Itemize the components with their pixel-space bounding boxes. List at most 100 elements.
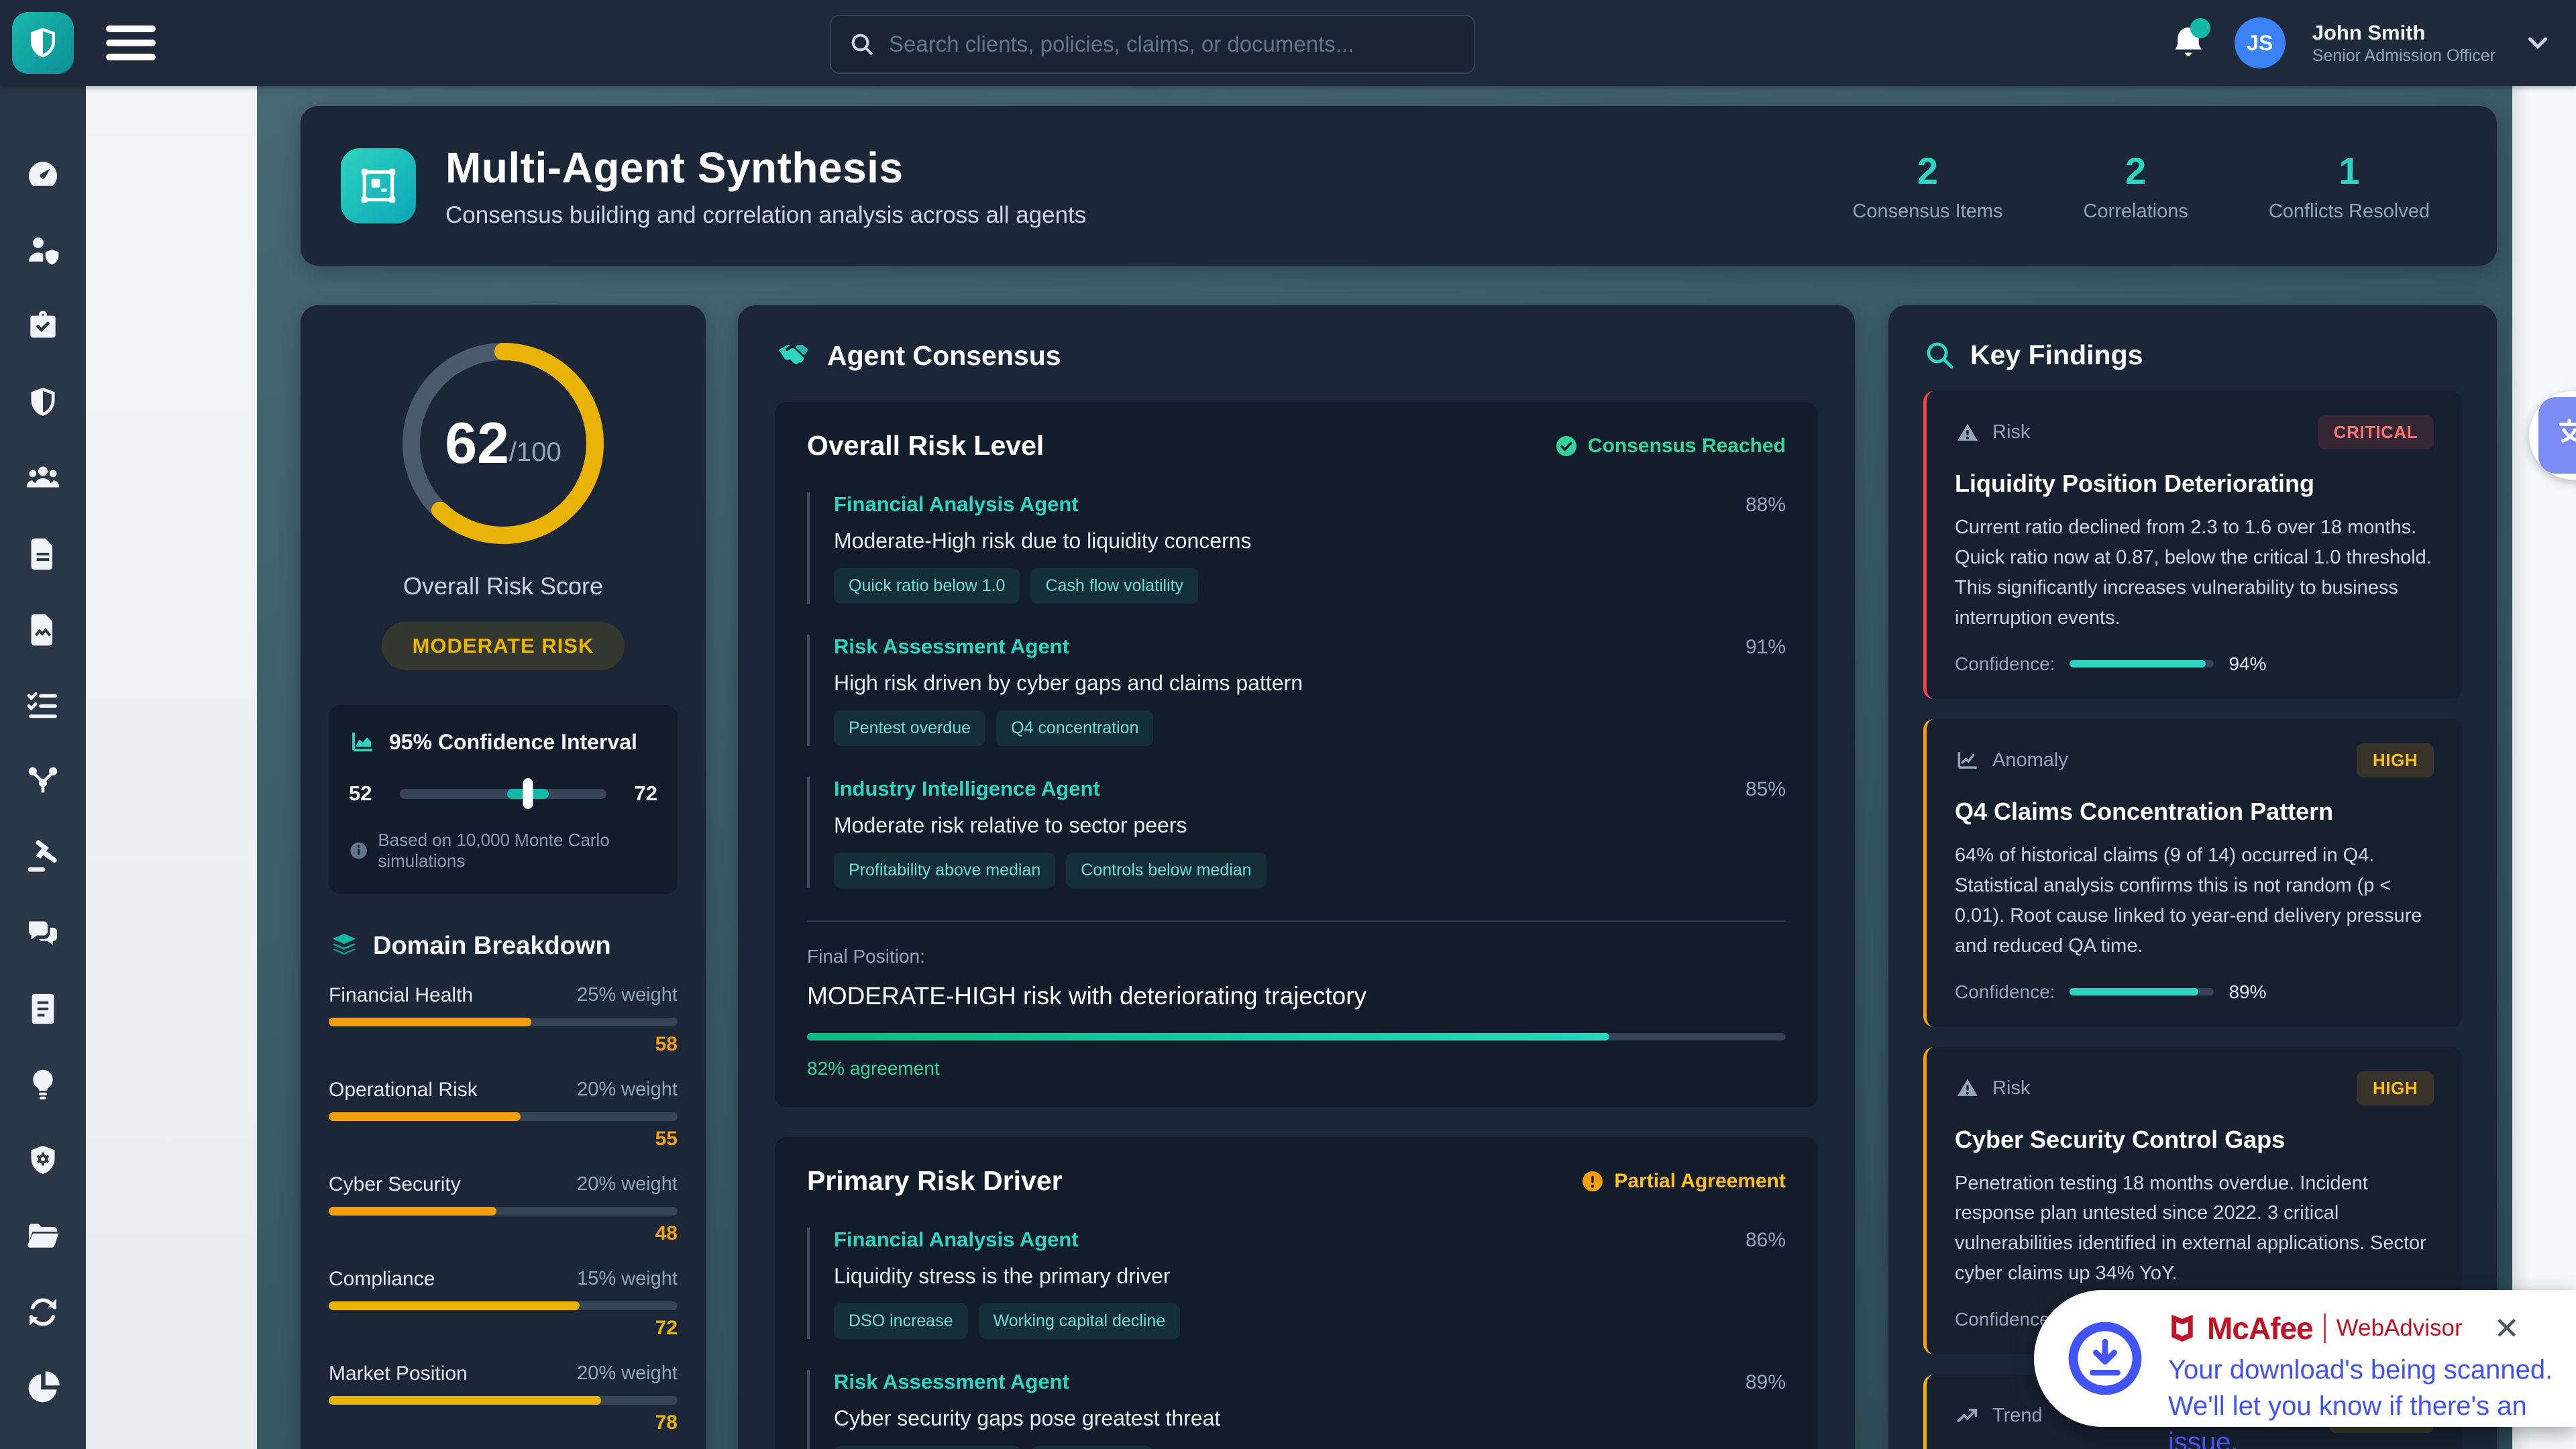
confidence-pct: 94%	[2229, 653, 2266, 675]
agent-confidence-pct: 89%	[1746, 1371, 1786, 1394]
client-shield-icon	[24, 232, 62, 270]
pie-chart-icon	[24, 1369, 62, 1407]
sidebar-item-network[interactable]	[0, 757, 86, 806]
sidebar-item-checklist[interactable]	[0, 681, 86, 731]
handshake-icon	[775, 339, 812, 372]
mcafee-webadvisor-popup: McAfee WebAdvisor Your download's being …	[2034, 1290, 2576, 1427]
confidence-bar-track	[2070, 988, 2214, 996]
user-info[interactable]: John Smith Senior Admission Officer	[2312, 20, 2496, 66]
consensus-status: Consensus Reached	[1554, 434, 1786, 458]
app-screen: JS John Smith Senior Admission Officer M…	[0, 0, 2576, 1449]
search-input[interactable]	[888, 31, 1456, 58]
finding-confidence: Confidence:89%	[1955, 981, 2434, 1003]
translate-button[interactable]	[2538, 397, 2576, 474]
sidebar-item-document[interactable]	[0, 529, 86, 579]
sidebar-item-sync[interactable]	[0, 1287, 86, 1337]
sidebar-item-note[interactable]	[0, 984, 86, 1034]
download-scan-icon	[2065, 1318, 2145, 1399]
domain-weight: 20% weight	[577, 1362, 678, 1385]
confidence-label: Confidence:	[1955, 653, 2055, 675]
menu-icon[interactable]	[106, 25, 156, 60]
page-background-left	[86, 86, 257, 1449]
domain-value: 72	[329, 1317, 678, 1340]
domain-value: 58	[329, 1033, 678, 1056]
sidebar-item-lightbulb[interactable]	[0, 1060, 86, 1110]
chevron-down-icon[interactable]	[2522, 28, 2553, 58]
evidence-tag: DSO increase	[834, 1303, 968, 1339]
trend-icon	[1955, 1403, 1980, 1429]
agent-opinion: Risk Assessment Agent89%Cyber security g…	[807, 1370, 1786, 1449]
domain-bar-track	[329, 1018, 678, 1026]
agreement-bar-fill	[807, 1033, 1609, 1040]
sidebar-item-pie-chart[interactable]	[0, 1363, 86, 1413]
sidebar-item-dashboard-gauge[interactable]	[0, 150, 86, 200]
finding-category: Anomaly	[1992, 749, 2068, 771]
finding-body-line: Penetration testing 18 months overdue. I…	[1955, 1169, 2434, 1289]
finding-body-line: 64% of historical claims (9 of 14) occur…	[1955, 841, 2434, 961]
header-stat: 2 Correlations	[2084, 149, 2188, 223]
ci-track	[400, 789, 606, 799]
check-circle-icon	[1554, 434, 1578, 458]
domain-value: 48	[329, 1222, 678, 1245]
consensus-status-label: Partial Agreement	[1614, 1170, 1786, 1193]
mcafee-shield-icon	[2168, 1313, 2196, 1344]
risk-score-label: Overall Risk Score	[329, 572, 678, 600]
sidebar-item-folder-open[interactable]	[0, 1212, 86, 1261]
key-findings-panel: Key Findings RiskCRITICALLiquidity Posit…	[1888, 305, 2497, 1449]
sidebar-item-briefcase-check[interactable]	[0, 302, 86, 352]
severity-badge: HIGH	[2357, 1071, 2434, 1106]
risk-score-panel: 62 /100 Overall Risk Score MODERATE RISK…	[301, 305, 706, 1449]
evidence-tag: Critical vulnerabilities	[834, 1446, 1021, 1449]
sidebar-item-client-shield[interactable]	[0, 226, 86, 276]
risk-score-max: /100	[509, 437, 561, 468]
page-background-right[interactable]	[2512, 86, 2576, 1449]
evidence-tag: Controls below median	[1066, 853, 1266, 888]
sidebar-item-security-settings[interactable]	[0, 1136, 86, 1185]
domain-value: 55	[329, 1128, 678, 1150]
agent-name: Industry Intelligence Agent	[834, 777, 1100, 801]
domain-row: Compliance15% weight72	[329, 1268, 678, 1340]
area-chart-icon	[349, 728, 377, 756]
agent-confidence-pct: 86%	[1746, 1229, 1786, 1252]
ci-min: 52	[349, 782, 384, 806]
agent-opinion: Financial Analysis Agent88%Moderate-High…	[807, 492, 1786, 604]
shield-icon	[24, 384, 62, 421]
consensus-card: Overall Risk LevelConsensus ReachedFinan…	[775, 402, 1818, 1108]
finding-body-line: Current ratio declined from 2.3 to 1.6 o…	[1955, 513, 2434, 633]
finding-body: 64% of historical claims (9 of 14) occur…	[1955, 841, 2434, 961]
stat-value: 1	[2269, 149, 2430, 193]
agent-confidence-pct: 85%	[1746, 778, 1786, 801]
sidebar-item-team[interactable]	[0, 453, 86, 503]
stat-label: Correlations	[2084, 201, 2188, 223]
agent-assessment: Moderate risk relative to sector peers	[834, 813, 1786, 838]
key-finding-card: RiskCRITICALLiquidity Position Deteriora…	[1923, 391, 2462, 699]
sidebar-item-people[interactable]	[0, 1439, 86, 1449]
sidebar-item-shield[interactable]	[0, 378, 86, 427]
note-icon	[24, 990, 62, 1028]
sidebar-item-claim-file[interactable]	[0, 605, 86, 655]
confidence-label: Confidence:	[1955, 981, 2055, 1003]
confidence-interval-box: 95% Confidence Interval 52 72 Based on 1…	[329, 705, 678, 894]
domain-row: Financial Health25% weight58	[329, 984, 678, 1056]
agent-name: Risk Assessment Agent	[834, 635, 1069, 659]
mcafee-brand: McAfee	[2207, 1310, 2313, 1346]
warning-icon	[1955, 420, 1980, 445]
stat-value: 2	[2084, 149, 2188, 193]
domain-weight: 20% weight	[577, 1079, 678, 1102]
notifications-button[interactable]	[2169, 22, 2208, 64]
search-icon	[849, 31, 875, 58]
sidebar-item-gavel[interactable]	[0, 833, 86, 882]
agreement-label: 82% agreement	[807, 1058, 1786, 1079]
agent-confidence-pct: 91%	[1746, 636, 1786, 659]
close-icon[interactable]: ✕	[2493, 1313, 2520, 1344]
app-logo[interactable]	[12, 12, 74, 74]
domain-name: Cyber Security	[329, 1173, 461, 1196]
agent-opinion: Industry Intelligence Agent 85% Moderate r…	[807, 777, 1786, 888]
evidence-tag: Working capital decline	[979, 1303, 1181, 1339]
webadvisor-label: WebAdvisor	[2337, 1315, 2463, 1342]
domain-name: Financial Health	[329, 984, 473, 1007]
avatar[interactable]: JS	[2235, 17, 2286, 68]
info-icon	[349, 839, 368, 862]
document-icon	[24, 535, 62, 573]
sidebar-item-messages[interactable]	[0, 908, 86, 958]
